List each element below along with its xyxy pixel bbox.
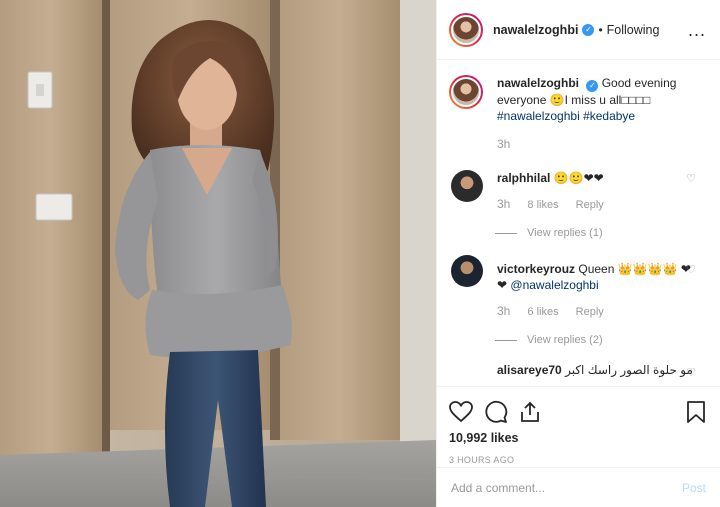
author-username[interactable]: nawalelzoghbi: [493, 23, 578, 37]
comment-username[interactable]: alisareye70: [497, 363, 562, 377]
view-replies-button[interactable]: View replies (1): [495, 227, 720, 239]
commenter-avatar[interactable]: [451, 255, 483, 287]
bookmark-icon[interactable]: [686, 400, 706, 424]
reply-button[interactable]: Reply: [576, 199, 604, 211]
view-replies-label: View replies (1): [527, 227, 603, 239]
reply-button[interactable]: Reply: [576, 306, 604, 318]
heart-icon[interactable]: [449, 401, 473, 423]
header-separator: •: [598, 22, 603, 37]
post-actions: 10,992 likes 3 HOURS AGO: [437, 386, 720, 465]
replies-divider: [495, 232, 517, 234]
comment-mention[interactable]: @nawalelzoghbi: [510, 278, 598, 292]
caption-avatar[interactable]: [449, 75, 483, 109]
comment-username[interactable]: ralphhilal: [497, 171, 550, 185]
post-caption: nawalelzoghbi ✓ Good evening everyone 🙂I…: [437, 61, 720, 152]
share-icon[interactable]: [519, 400, 541, 424]
comment-icon[interactable]: [484, 400, 508, 424]
more-options-icon[interactable]: ...: [688, 21, 706, 39]
caption-time[interactable]: 3h: [497, 136, 697, 152]
post-header: nawalelzoghbi ✓ • Following ...: [437, 0, 720, 60]
add-comment-input[interactable]: [451, 480, 682, 495]
view-replies-button[interactable]: View replies (2): [495, 334, 720, 346]
verified-badge-icon: ✓: [586, 80, 599, 92]
photo-image: [0, 0, 436, 507]
comment-like-heart-icon[interactable]: ♡: [686, 263, 696, 276]
comment-time[interactable]: 3h: [497, 304, 510, 318]
post-timestamp[interactable]: 3 HOURS AGO: [449, 455, 706, 465]
comment-username[interactable]: victorkeyrouz: [497, 262, 575, 276]
comment-like-heart-icon[interactable]: ♡: [686, 366, 696, 379]
author-avatar[interactable]: [449, 12, 483, 47]
comment-likes[interactable]: 6 likes: [527, 306, 558, 318]
replies-divider: [495, 339, 517, 341]
comments-list[interactable]: nawalelzoghbi ✓ Good evening everyone 🙂I…: [437, 61, 720, 385]
caption-hashtags[interactable]: #nawalelzoghbi #kedabye: [497, 108, 697, 124]
add-comment-bar: Post: [437, 467, 720, 507]
following-button[interactable]: Following: [607, 23, 660, 37]
comment-text: مو حلوة الصور راسك اكبر: [565, 363, 693, 377]
comment-likes[interactable]: 8 likes: [527, 199, 558, 211]
likes-count[interactable]: 10,992 likes: [449, 431, 706, 445]
post-comment-button[interactable]: Post: [682, 481, 706, 495]
comment-like-heart-icon[interactable]: ♡: [686, 172, 696, 185]
caption-username[interactable]: nawalelzoghbi: [497, 76, 579, 90]
comment-item: ralphhilal 🙂🙂❤❤ 3h 8 likes Reply ♡: [437, 170, 720, 213]
comment-item: alisareye70 مو حلوة الصور راسك اكبر ♡: [437, 362, 720, 385]
verified-badge-icon: ✓: [582, 23, 595, 36]
comment-text: 🙂🙂❤❤: [553, 171, 604, 185]
post-photo[interactable]: [0, 0, 436, 507]
post-view: nawalelzoghbi ✓ • Following ... nawalelz…: [0, 0, 720, 507]
post-side-panel: nawalelzoghbi ✓ • Following ... nawalelz…: [436, 0, 720, 507]
commenter-avatar[interactable]: [451, 170, 483, 202]
comment-time[interactable]: 3h: [497, 197, 510, 211]
comment-item: victorkeyrouz Queen 👑👑👑👑 ❤❤ @nawalelzogh…: [437, 255, 720, 320]
view-replies-label: View replies (2): [527, 334, 603, 346]
